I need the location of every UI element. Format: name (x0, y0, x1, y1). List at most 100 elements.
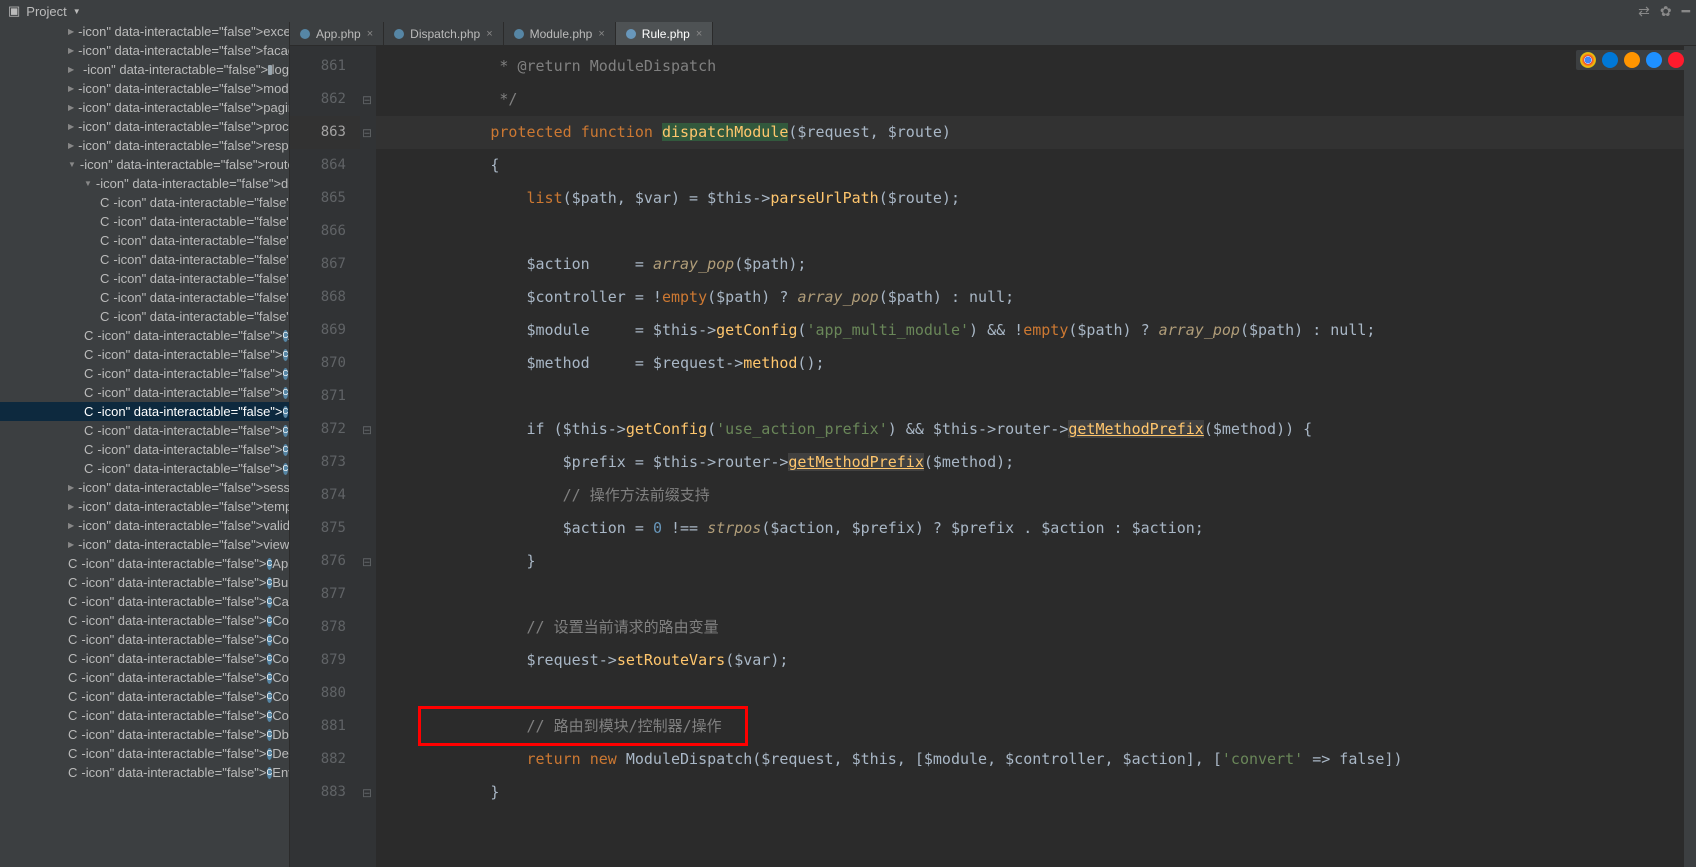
line-number[interactable]: 877 (290, 578, 360, 611)
file-Resource.php[interactable]: C-icon" data-interactable="false">CResou… (0, 383, 289, 402)
collapse-icon[interactable]: ⇄ (1638, 3, 1650, 20)
code-line-864[interactable]: { (376, 149, 1684, 182)
file-View.php[interactable]: C-icon" data-interactable="false">CView.… (0, 307, 289, 326)
line-number[interactable]: 861 (290, 50, 360, 83)
line-number[interactable]: 873 (290, 446, 360, 479)
tab-App.php[interactable]: App.php× (290, 22, 384, 45)
folder-facade[interactable]: ▶-icon" data-interactable="false">facade (0, 41, 289, 60)
tab-Module.php[interactable]: Module.php× (504, 22, 616, 45)
file-Container.php[interactable]: C-icon" data-interactable="false">CConta… (0, 668, 289, 687)
tab-Rule.php[interactable]: Rule.php× (616, 22, 713, 45)
file-RuleItem.php[interactable]: C-icon" data-interactable="false">CRuleI… (0, 440, 289, 459)
file-Response.php[interactable]: C-icon" data-interactable="false">CRespo… (0, 269, 289, 288)
code-line-879[interactable]: $request->setRouteVars($var); (376, 644, 1684, 677)
line-number[interactable]: 871 (290, 380, 360, 413)
file-AliasRule.php[interactable]: C-icon" data-interactable="false">CAlias… (0, 326, 289, 345)
file-Callback.php[interactable]: C-icon" data-interactable="false">CCallb… (0, 193, 289, 212)
fold-toggle-icon[interactable]: ⊟ (362, 126, 372, 140)
code-line-878[interactable]: // 设置当前请求的路由变量 (376, 611, 1684, 644)
code-line-871[interactable] (376, 380, 1684, 413)
line-number[interactable]: 863 (290, 116, 360, 149)
gear-icon[interactable]: ✿ (1660, 3, 1672, 20)
tab-Dispatch.php[interactable]: Dispatch.php× (384, 22, 503, 45)
line-number[interactable]: 868 (290, 281, 360, 314)
folder-process[interactable]: ▶-icon" data-interactable="false">proces… (0, 117, 289, 136)
line-number[interactable]: 876 (290, 545, 360, 578)
line-number[interactable]: 865 (290, 182, 360, 215)
file-Cache.php[interactable]: C-icon" data-interactable="false">CCache… (0, 592, 289, 611)
code-line-882[interactable]: return new ModuleDispatch($request, $thi… (376, 743, 1684, 776)
minimize-icon[interactable]: ━ (1682, 3, 1690, 20)
fold-toggle-icon[interactable]: ⊟ (362, 786, 372, 800)
file-App.php[interactable]: C-icon" data-interactable="false">CApp.p… (0, 554, 289, 573)
folder-view[interactable]: ▶-icon" data-interactable="false">view (0, 535, 289, 554)
fold-toggle-icon[interactable]: ⊟ (362, 555, 372, 569)
edge-icon[interactable] (1602, 52, 1618, 68)
file-Config.php[interactable]: C-icon" data-interactable="false">CConfi… (0, 630, 289, 649)
code-line-865[interactable]: list($path, $var) = $this->parseUrlPath(… (376, 182, 1684, 215)
folder-validate[interactable]: ▶-icon" data-interactable="false">valida… (0, 516, 289, 535)
file-Env.php[interactable]: C-icon" data-interactable="false">CEnv.p… (0, 763, 289, 782)
file-Redirect.php[interactable]: C-icon" data-interactable="false">CRedir… (0, 250, 289, 269)
line-number[interactable]: 867 (290, 248, 360, 281)
code-line-870[interactable]: $method = $request->method(); (376, 347, 1684, 380)
line-number[interactable]: 880 (290, 677, 360, 710)
file-RuleGroup.php[interactable]: C-icon" data-interactable="false">CRuleG… (0, 421, 289, 440)
code-line-881[interactable]: // 路由到模块/控制器/操作 (376, 710, 1684, 743)
file-Console.php[interactable]: C-icon" data-interactable="false">CConso… (0, 649, 289, 668)
line-number[interactable]: 874 (290, 479, 360, 512)
folder-response[interactable]: ▶-icon" data-interactable="false">respon… (0, 136, 289, 155)
close-icon[interactable]: × (598, 28, 604, 40)
line-number[interactable]: 862 (290, 83, 360, 116)
file-Dispatch.php[interactable]: C-icon" data-interactable="false">CDispa… (0, 345, 289, 364)
file-Rule.php[interactable]: C-icon" data-interactable="false">CRule.… (0, 402, 289, 421)
file-Collection.php[interactable]: C-icon" data-interactable="false">CColle… (0, 611, 289, 630)
chrome-icon[interactable] (1580, 52, 1596, 68)
code-line-880[interactable] (376, 677, 1684, 710)
code-line-866[interactable] (376, 215, 1684, 248)
fold-toggle-icon[interactable]: ⊟ (362, 93, 372, 107)
close-icon[interactable]: × (367, 28, 373, 40)
firefox-icon[interactable] (1624, 52, 1640, 68)
folder-paginator[interactable]: ▶-icon" data-interactable="false">pagina… (0, 98, 289, 117)
code-line-869[interactable]: $module = $this->getConfig('app_multi_mo… (376, 314, 1684, 347)
line-number[interactable]: 882 (290, 743, 360, 776)
line-number[interactable]: 879 (290, 644, 360, 677)
code-line-872[interactable]: if ($this->getConfig('use_action_prefix'… (376, 413, 1684, 446)
code-area[interactable]: * @return ModuleDispatch */ protected fu… (376, 46, 1684, 867)
line-number[interactable]: 883 (290, 776, 360, 809)
line-number[interactable]: 872 (290, 413, 360, 446)
code-line-863[interactable]: protected function dispatchModule($reque… (376, 116, 1684, 149)
project-tree[interactable]: ▶-icon" data-interactable="false">except… (0, 22, 290, 867)
folder-dispatch[interactable]: ▼-icon" data-interactable="false">dispat… (0, 174, 289, 193)
file-Domain.php[interactable]: C-icon" data-interactable="false">CDomai… (0, 364, 289, 383)
code-line-873[interactable]: $prefix = $this->router->getMethodPrefix… (376, 446, 1684, 479)
code-line-861[interactable]: * @return ModuleDispatch (376, 50, 1684, 83)
folder-model[interactable]: ▶-icon" data-interactable="false">model (0, 79, 289, 98)
code-line-867[interactable]: $action = array_pop($path); (376, 248, 1684, 281)
code-line-877[interactable] (376, 578, 1684, 611)
file-Controller.php[interactable]: C-icon" data-interactable="false">CContr… (0, 687, 289, 706)
file-Cookie.php[interactable]: C-icon" data-interactable="false">CCooki… (0, 706, 289, 725)
fold-toggle-icon[interactable]: ⊟ (362, 423, 372, 437)
vertical-scrollbar[interactable] (1684, 46, 1696, 867)
close-icon[interactable]: × (696, 28, 702, 40)
file-Url.php[interactable]: C-icon" data-interactable="false">CUrl.p… (0, 288, 289, 307)
line-number[interactable]: 875 (290, 512, 360, 545)
file-RuleName.php[interactable]: C-icon" data-interactable="false">CRuleN… (0, 459, 289, 478)
line-number[interactable]: 878 (290, 611, 360, 644)
close-icon[interactable]: × (486, 28, 492, 40)
line-number[interactable]: 870 (290, 347, 360, 380)
code-line-874[interactable]: // 操作方法前缀支持 (376, 479, 1684, 512)
fold-column[interactable]: ⊟ ⊟ ⊟ ⊟ ⊟ (360, 46, 376, 867)
line-number[interactable]: 864 (290, 149, 360, 182)
file-Build.php[interactable]: C-icon" data-interactable="false">CBuild… (0, 573, 289, 592)
code-line-868[interactable]: $controller = !empty($path) ? array_pop(… (376, 281, 1684, 314)
folder-session[interactable]: ▶-icon" data-interactable="false">sessio… (0, 478, 289, 497)
file-Db.php[interactable]: C-icon" data-interactable="false">CDb.ph… (0, 725, 289, 744)
file-Debug.php[interactable]: C-icon" data-interactable="false">CDebug… (0, 744, 289, 763)
code-line-876[interactable]: } (376, 545, 1684, 578)
file-Module.php[interactable]: C-icon" data-interactable="false">CModul… (0, 231, 289, 250)
project-dropdown[interactable]: ▣ Project ▼ (0, 3, 89, 19)
folder-route[interactable]: ▼-icon" data-interactable="false">route (0, 155, 289, 174)
